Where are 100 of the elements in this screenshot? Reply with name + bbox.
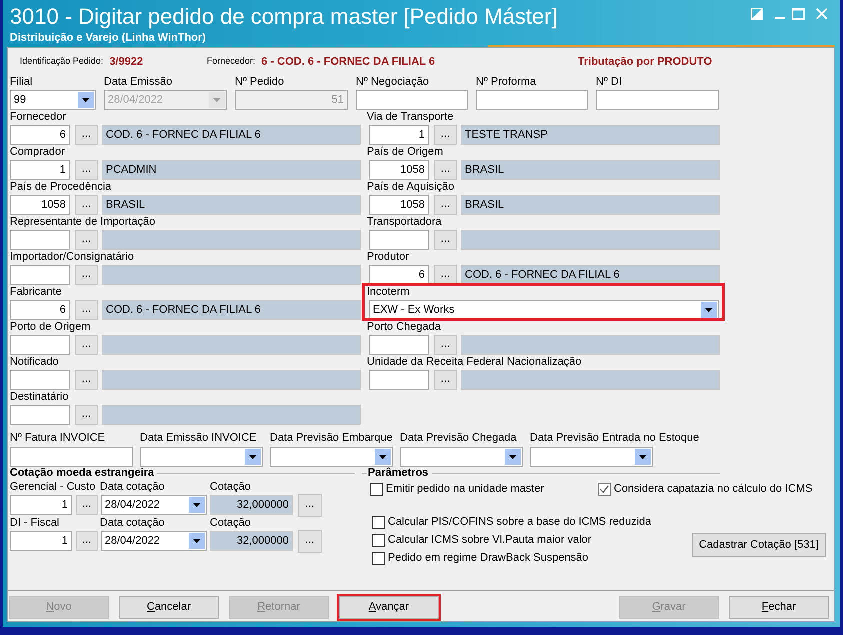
field-label: Data Emissão bbox=[104, 76, 172, 88]
field-label: País de Origem bbox=[367, 146, 444, 158]
maximize-icon[interactable] bbox=[792, 8, 805, 20]
group-title: Parâmetros bbox=[368, 467, 429, 480]
checkbox-label[interactable]: Emitir pedido na unidade master bbox=[386, 480, 544, 498]
checkbox-label[interactable]: Calcular PIS/COFINS sobre a base do ICMS reduzida bbox=[388, 514, 652, 530]
lookup-button[interactable]: ... bbox=[298, 494, 322, 516]
lookup-button[interactable]: ... bbox=[75, 405, 98, 425]
text-field[interactable]: 1 bbox=[369, 125, 429, 145]
field-label: Via de Transporte bbox=[367, 111, 454, 123]
description-field: BRASIL bbox=[461, 195, 720, 215]
field-label: Nº Negociação bbox=[356, 76, 430, 88]
field-label: Data Previsão Embarque bbox=[270, 432, 393, 444]
description-field: COD. 6 - FORNEC DA FILIAL 6 bbox=[102, 125, 361, 145]
lookup-button[interactable]: ... bbox=[76, 495, 98, 515]
description-field: COD. 6 - FORNEC DA FILIAL 6 bbox=[461, 265, 720, 285]
lookup-button[interactable]: ... bbox=[434, 125, 457, 145]
window-title: 3010 - Digitar pedido de compra master [Pedido Máster] bbox=[10, 4, 558, 30]
text-field[interactable] bbox=[596, 90, 719, 110]
description-field: TESTE TRANSP bbox=[461, 125, 720, 145]
half-filled-square-icon[interactable] bbox=[751, 8, 763, 20]
field-label: Porto de Origem bbox=[10, 321, 91, 333]
lookup-button[interactable]: ... bbox=[75, 335, 98, 355]
combo-box[interactable]: EXW - Ex Works bbox=[369, 300, 719, 320]
field-label: Incoterm bbox=[367, 286, 410, 298]
checkmark-icon bbox=[600, 484, 609, 494]
group-title: Cotação moeda estrangeira bbox=[10, 467, 154, 480]
checkbox-label[interactable]: Pedido em regime DrawBack Suspensão bbox=[388, 550, 589, 566]
field-label: Nº Pedido bbox=[235, 76, 284, 88]
text-field[interactable] bbox=[10, 265, 70, 285]
lookup-button[interactable]: ... bbox=[298, 530, 322, 552]
lookup-button[interactable]: ... bbox=[434, 265, 457, 285]
text-field[interactable] bbox=[369, 370, 429, 390]
field-label: Destinatário bbox=[10, 391, 69, 403]
text-field[interactable] bbox=[10, 370, 70, 390]
lookup-button[interactable]: ... bbox=[434, 160, 457, 180]
lookup-button[interactable]: ... bbox=[434, 195, 457, 215]
text-field[interactable] bbox=[10, 230, 70, 250]
text-field[interactable] bbox=[369, 230, 429, 250]
text-field[interactable]: 1058 bbox=[369, 160, 429, 180]
lookup-button[interactable]: ... bbox=[76, 531, 98, 551]
text-field[interactable]: 6 bbox=[10, 300, 70, 320]
checkbox[interactable] bbox=[372, 534, 385, 546]
text-field[interactable]: 6 bbox=[369, 265, 429, 285]
combo-box[interactable]: 28/04/2022 bbox=[101, 495, 207, 515]
checkbox[interactable] bbox=[370, 482, 383, 496]
info-label: Fornecedor: bbox=[207, 55, 256, 68]
field-label: Transportadora bbox=[367, 216, 442, 228]
footer-button[interactable]: Fechar bbox=[729, 596, 829, 619]
field-label: Cotação bbox=[210, 517, 251, 529]
info-value: 6 - COD. 6 - FORNEC DA FILIAL 6 bbox=[262, 54, 436, 70]
field-label: Unidade da Receita Federal Nacionalização bbox=[367, 356, 582, 368]
text-field[interactable] bbox=[476, 90, 588, 110]
lookup-button[interactable]: ... bbox=[75, 300, 98, 320]
text-field[interactable]: 1 bbox=[10, 495, 72, 515]
checkbox-label[interactable]: Considera capatazia no cálculo do ICMS bbox=[614, 480, 813, 498]
field-label: Nº DI bbox=[596, 76, 622, 88]
lookup-button[interactable]: ... bbox=[75, 195, 98, 215]
text-field[interactable] bbox=[10, 335, 70, 355]
lookup-button[interactable]: ... bbox=[75, 265, 98, 285]
rate-field: 32,000000 bbox=[210, 495, 293, 515]
lookup-button[interactable]: ... bbox=[75, 370, 98, 390]
taxation-note: Tributação por PRODUTO bbox=[578, 54, 712, 70]
text-field[interactable]: 1 bbox=[10, 531, 72, 551]
checkbox[interactable] bbox=[372, 552, 385, 564]
text-field[interactable] bbox=[369, 335, 429, 355]
text-field[interactable]: 6 bbox=[10, 125, 70, 145]
lookup-button[interactable]: ... bbox=[75, 160, 98, 180]
footer-button[interactable]: Avançar bbox=[339, 596, 439, 619]
field-label: Data cotação bbox=[100, 517, 165, 529]
text-field[interactable]: 1058 bbox=[369, 195, 429, 215]
checkbox-label[interactable]: Calcular ICMS sobre Vl.Pauta maior valor bbox=[388, 532, 592, 548]
field-label: Notificado bbox=[10, 356, 59, 368]
footer-button[interactable]: Cancelar bbox=[119, 596, 219, 619]
field-label: Fabricante bbox=[10, 286, 62, 298]
register-quote-button[interactable]: Cadastrar Cotação [531] bbox=[692, 533, 826, 557]
lookup-button[interactable]: ... bbox=[434, 335, 457, 355]
field-label: Fornecedor bbox=[10, 111, 66, 123]
text-field[interactable]: 1058 bbox=[10, 195, 70, 215]
text-field[interactable] bbox=[10, 447, 133, 467]
text-field[interactable]: 1 bbox=[10, 160, 70, 180]
text-field[interactable] bbox=[10, 405, 70, 425]
checkbox[interactable] bbox=[598, 482, 611, 496]
lookup-button[interactable]: ... bbox=[75, 230, 98, 250]
field-label: Data Emissão INVOICE bbox=[140, 432, 257, 444]
field-label: Gerencial - Custo bbox=[10, 481, 96, 493]
lookup-button[interactable]: ... bbox=[434, 230, 457, 250]
description-field: PCADMIN bbox=[102, 160, 361, 180]
lookup-button[interactable]: ... bbox=[434, 370, 457, 390]
checkbox[interactable] bbox=[372, 516, 385, 528]
close-icon[interactable] bbox=[816, 8, 828, 20]
description-field: BRASIL bbox=[102, 195, 361, 215]
lookup-button[interactable]: ... bbox=[75, 125, 98, 145]
combo-box[interactable]: 99 bbox=[10, 90, 96, 110]
text-field[interactable] bbox=[356, 90, 468, 110]
combo-box[interactable]: 28/04/2022 bbox=[101, 531, 207, 551]
field-label: Filial bbox=[10, 76, 33, 88]
field-label: Representante de Importação bbox=[10, 216, 156, 228]
field-label: País de Aquisição bbox=[367, 181, 454, 193]
info-value: 3/9922 bbox=[110, 54, 144, 70]
